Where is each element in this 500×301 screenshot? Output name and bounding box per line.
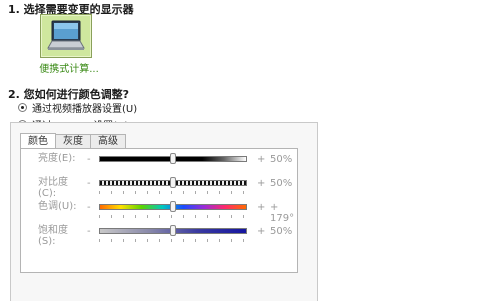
tab-advanced[interactable]: 高级 — [90, 134, 126, 148]
contrast-slider-thumb[interactable] — [170, 177, 176, 188]
color-tab-body: 亮度(E): - + 50% 对比度 (C): - + 50% 色调(U): - … — [20, 148, 298, 273]
decrease-marker: - — [87, 178, 91, 189]
brightness-label: 亮度(E): — [38, 153, 76, 164]
contrast-value: 50% — [270, 178, 293, 189]
contrast-slider-row: 对比度 (C): - + 50% — [21, 177, 301, 203]
increase-marker: + — [257, 178, 266, 189]
saturation-ticks — [99, 239, 245, 242]
hue-label: 色调(U): — [38, 201, 77, 212]
decrease-marker: - — [87, 154, 91, 165]
hue-ticks — [99, 215, 245, 218]
radio-button-checked[interactable] — [18, 103, 27, 112]
tab-grayscale[interactable]: 灰度 — [55, 134, 91, 148]
brightness-slider-row: 亮度(E): - + 50% — [21, 153, 301, 179]
hue-value: + 179° — [270, 202, 295, 224]
saturation-slider[interactable] — [99, 225, 247, 236]
display-label[interactable]: 便携式计算... — [38, 60, 100, 75]
saturation-slider-row: 饱和度 (S): - + 50% — [21, 225, 301, 251]
decrease-marker: - — [87, 226, 91, 237]
laptop-icon — [47, 20, 85, 50]
hue-slider-row: 色调(U): - + + 179° — [21, 201, 301, 227]
contrast-label: 对比度 (C): — [38, 177, 68, 199]
display-selector-laptop[interactable] — [40, 14, 92, 58]
increase-marker: + — [257, 154, 266, 165]
tab-color[interactable]: 颜色 — [20, 133, 56, 149]
hue-slider[interactable] — [99, 201, 247, 212]
decrease-marker: - — [87, 202, 91, 213]
saturation-value: 50% — [270, 226, 293, 237]
increase-marker: + — [257, 226, 266, 237]
saturation-label: 饱和度 (S): — [38, 225, 68, 247]
hue-slider-thumb[interactable] — [170, 201, 176, 212]
contrast-ticks — [99, 191, 245, 194]
brightness-value: 50% — [270, 154, 293, 165]
option-label: 通过视频播放器设置(U) — [32, 104, 138, 115]
contrast-slider[interactable] — [99, 177, 247, 188]
saturation-slider-thumb[interactable] — [170, 225, 176, 236]
increase-marker: + — [257, 202, 266, 213]
brightness-slider[interactable] — [99, 153, 247, 164]
option-video-player-settings[interactable]: 通过视频播放器设置(U) — [18, 100, 137, 115]
brightness-slider-thumb[interactable] — [170, 153, 176, 164]
